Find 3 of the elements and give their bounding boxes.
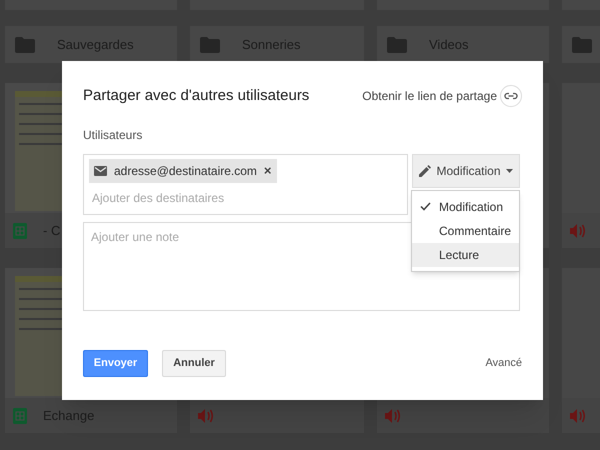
users-label: Utilisateurs (83, 126, 144, 144)
recipient-email: adresse@destinataire.com (114, 162, 257, 180)
dialog-title: Partager avec d'autres utilisateurs (83, 86, 310, 106)
